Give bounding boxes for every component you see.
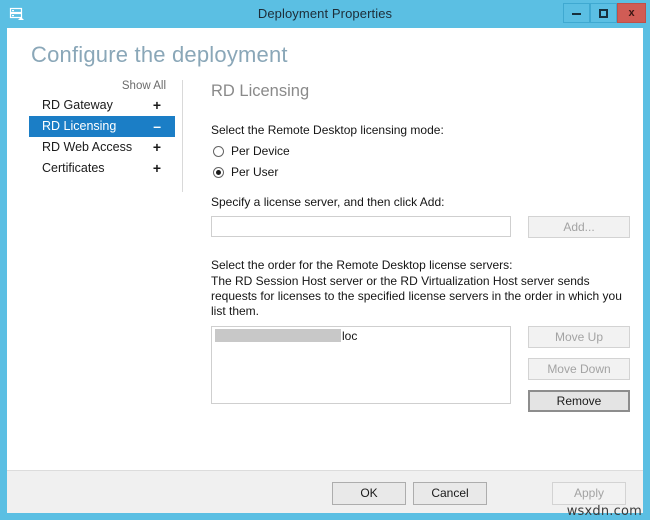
- deployment-properties-window: Deployment Properties x Configure the de…: [0, 0, 650, 520]
- license-server-input[interactable]: [211, 216, 511, 237]
- sidebar-item-label: Certificates: [42, 158, 105, 179]
- radio-label: Per User: [231, 165, 278, 179]
- order-description: Select the order for the Remote Desktop …: [211, 258, 631, 319]
- section-title: RD Licensing: [211, 82, 631, 101]
- window-title: Deployment Properties: [0, 0, 650, 28]
- list-action-buttons: Move Up Move Down Remove: [528, 326, 630, 412]
- minimize-button[interactable]: [563, 3, 590, 23]
- sidebar-item-label: RD Web Access: [42, 137, 132, 158]
- list-item[interactable]: loc: [212, 328, 510, 344]
- minimize-icon: [572, 13, 581, 15]
- move-up-button[interactable]: Move Up: [528, 326, 630, 348]
- license-server-order-area: loc Move Up Move Down Remove: [207, 326, 631, 412]
- cancel-button[interactable]: Cancel: [413, 482, 487, 505]
- show-all-link[interactable]: Show All: [29, 78, 175, 95]
- sidebar-item-rd-web-access[interactable]: RD Web Access +: [29, 137, 175, 158]
- close-button[interactable]: x: [617, 3, 646, 23]
- close-icon: x: [628, 7, 634, 19]
- page-title: Configure the deployment: [31, 42, 288, 68]
- license-server-row: Add...: [207, 216, 631, 238]
- maximize-icon: [599, 9, 608, 18]
- license-server-list[interactable]: loc: [211, 326, 511, 404]
- rd-licensing-panel: RD Licensing Select the Remote Desktop l…: [207, 82, 631, 412]
- client-area: Configure the deployment Show All RD Gat…: [7, 28, 643, 513]
- sidebar-item-certificates[interactable]: Certificates +: [29, 158, 175, 179]
- move-down-button[interactable]: Move Down: [528, 358, 630, 380]
- radio-label: Per Device: [231, 144, 290, 158]
- licensing-mode-label: Select the Remote Desktop licensing mode…: [211, 123, 631, 137]
- order-label: Select the order for the Remote Desktop …: [211, 258, 631, 273]
- radio-per-device[interactable]: Per Device: [213, 144, 631, 158]
- watermark: wsxdn.com: [567, 504, 642, 519]
- sidebar-item-rd-licensing[interactable]: RD Licensing –: [29, 116, 175, 137]
- apply-button[interactable]: Apply: [552, 482, 626, 505]
- nav-divider: [182, 80, 183, 192]
- specify-license-server-label: Specify a license server, and then click…: [211, 195, 631, 209]
- expand-plus-icon[interactable]: +: [153, 95, 161, 116]
- ok-button[interactable]: OK: [332, 482, 406, 505]
- sidebar-item-label: RD Licensing: [42, 116, 116, 137]
- maximize-button[interactable]: [590, 3, 617, 23]
- list-item-suffix: loc: [342, 329, 357, 343]
- collapse-minus-icon[interactable]: –: [153, 116, 161, 137]
- remove-button[interactable]: Remove: [528, 390, 630, 412]
- radio-icon: [213, 146, 224, 157]
- title-bar: Deployment Properties x: [0, 0, 650, 28]
- order-detail: The RD Session Host server or the RD Vir…: [211, 274, 622, 318]
- expand-plus-icon[interactable]: +: [153, 137, 161, 158]
- expand-plus-icon[interactable]: +: [153, 158, 161, 179]
- add-button[interactable]: Add...: [528, 216, 630, 238]
- redacted-server-name: [215, 329, 341, 342]
- dialog-footer: OK Cancel Apply: [7, 470, 643, 513]
- sidebar-item-rd-gateway[interactable]: RD Gateway +: [29, 95, 175, 116]
- sidebar-item-label: RD Gateway: [42, 95, 113, 116]
- radio-per-user[interactable]: Per User: [213, 165, 631, 179]
- deployment-nav: Show All RD Gateway + RD Licensing – RD …: [29, 78, 175, 179]
- radio-selected-icon: [213, 167, 224, 178]
